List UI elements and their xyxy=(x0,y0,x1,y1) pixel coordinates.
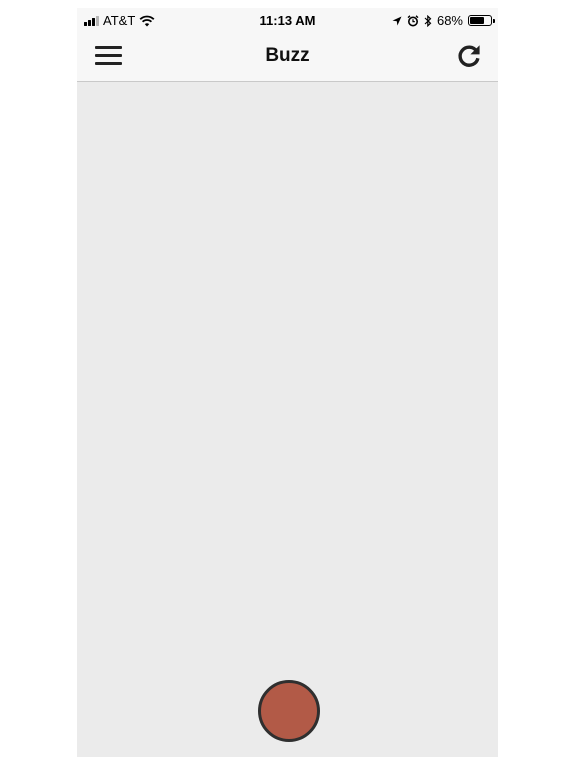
battery-cap xyxy=(493,19,495,23)
app-screen: AT&T 11:13 AM 68% Buzz xyxy=(77,8,498,757)
alarm-icon xyxy=(407,14,419,26)
bluetooth-icon xyxy=(424,14,432,27)
status-right: 68% xyxy=(392,13,495,28)
status-bar: AT&T 11:13 AM 68% xyxy=(77,8,498,32)
nav-bar: Buzz xyxy=(77,32,498,82)
page-title: Buzz xyxy=(265,45,310,66)
record-button[interactable] xyxy=(258,680,320,742)
location-arrow-icon xyxy=(392,16,402,25)
refresh-icon[interactable] xyxy=(456,43,482,69)
battery-fill xyxy=(470,17,484,24)
battery-percent: 68% xyxy=(436,13,463,28)
battery-icon xyxy=(468,15,495,26)
